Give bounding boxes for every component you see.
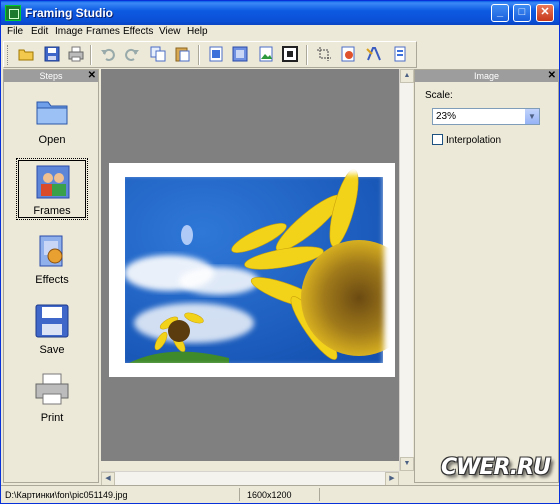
- image-icon[interactable]: [208, 46, 224, 62]
- scroll-down-icon[interactable]: ▼: [400, 457, 414, 471]
- menu-help[interactable]: Help: [187, 26, 208, 37]
- steps-panel-close-icon[interactable]: ✕: [88, 70, 96, 82]
- status-file-path: D:\Картинки\fon\pic051149.jpg: [5, 490, 128, 500]
- text-icon[interactable]: [366, 46, 382, 62]
- step-open[interactable]: Open: [16, 88, 88, 150]
- step-print[interactable]: Print: [16, 366, 88, 428]
- scroll-right-icon[interactable]: ▶: [385, 472, 399, 486]
- watermark-logo: CWER.RU: [441, 455, 559, 495]
- image-panel-title: Image: [473, 71, 499, 81]
- image-panel-header: Image ✕: [415, 70, 558, 82]
- menu-frames[interactable]: Frames: [86, 26, 120, 37]
- properties-icon[interactable]: [392, 46, 408, 62]
- menu-image[interactable]: Image: [55, 26, 83, 37]
- step-effects-label: Effects: [35, 274, 69, 286]
- image-canvas[interactable]: [98, 69, 417, 461]
- title-bar[interactable]: Framing Studio _ □ ✕: [1, 1, 559, 25]
- paste-icon[interactable]: [174, 46, 190, 62]
- steps-panel-title: Steps: [39, 71, 63, 81]
- framed-photo[interactable]: [98, 152, 417, 388]
- image-panel: Image ✕ Scale: 23% ▼ Interpolation: [414, 69, 559, 483]
- menu-view[interactable]: View: [159, 26, 181, 37]
- scroll-left-icon[interactable]: ◀: [101, 472, 115, 486]
- step-save-label: Save: [39, 344, 65, 356]
- menu-file[interactable]: File: [7, 26, 23, 37]
- close-button[interactable]: ✕: [536, 4, 554, 22]
- window-title: Framing Studio: [25, 6, 113, 20]
- toolbar-separator: [306, 45, 308, 65]
- steps-panel-header: Steps ✕: [4, 70, 98, 82]
- border-icon[interactable]: [282, 46, 298, 62]
- scale-label: Scale:: [425, 90, 453, 101]
- menu-bar: File Edit Image Frames Effects View Help: [1, 25, 559, 40]
- save-icon[interactable]: [44, 46, 60, 62]
- status-separator: [239, 488, 240, 501]
- undo-icon[interactable]: [100, 46, 116, 62]
- printer-icon: [35, 373, 69, 405]
- effects-icon[interactable]: [340, 46, 356, 62]
- menu-effects[interactable]: Effects: [123, 26, 153, 37]
- redo-icon[interactable]: [124, 46, 140, 62]
- sunflower-photo: [98, 152, 417, 388]
- print-icon[interactable]: [68, 46, 84, 62]
- copy-icon[interactable]: [150, 46, 166, 62]
- step-save[interactable]: Save: [16, 298, 88, 360]
- crop-icon[interactable]: [316, 46, 332, 62]
- main-window: Framing Studio _ □ ✕ File Edit Image Fra…: [0, 0, 560, 504]
- folder-icon: [36, 101, 68, 125]
- status-separator: [319, 488, 320, 501]
- toolbar-grip[interactable]: [7, 45, 10, 65]
- step-effects[interactable]: Effects: [16, 228, 88, 290]
- vertical-scrollbar[interactable]: ▲ ▼: [399, 69, 414, 471]
- step-open-label: Open: [38, 134, 66, 146]
- scale-dropdown[interactable]: 23% ▼: [432, 108, 540, 125]
- menu-edit[interactable]: Edit: [31, 26, 48, 37]
- toolbar-separator: [198, 45, 200, 65]
- interpolation-checkbox[interactable]: [432, 134, 443, 145]
- frames-icon: [36, 165, 70, 199]
- open-folder-icon[interactable]: [18, 46, 34, 62]
- maximize-button[interactable]: □: [513, 4, 531, 22]
- app-icon: [5, 5, 21, 21]
- step-print-label: Print: [40, 412, 64, 424]
- step-frames[interactable]: Frames: [16, 158, 88, 220]
- frame-icon[interactable]: [232, 46, 248, 62]
- scale-value: 23%: [436, 111, 457, 122]
- interpolation-option[interactable]: Interpolation: [432, 134, 501, 146]
- status-dimensions: 1600x1200: [247, 490, 292, 500]
- toolbar-separator: [90, 45, 92, 65]
- minimize-button[interactable]: _: [491, 4, 509, 22]
- floppy-disk-icon: [35, 304, 69, 338]
- watermark-text: CWER.RU: [441, 455, 551, 480]
- interpolation-label: Interpolation: [446, 135, 502, 146]
- image-panel-close-icon[interactable]: ✕: [548, 70, 556, 82]
- toolbar: [3, 41, 417, 68]
- scroll-up-icon[interactable]: ▲: [400, 69, 414, 83]
- step-frames-label: Frames: [33, 205, 71, 217]
- steps-panel: Steps ✕ Open Frames Effects Save Print: [3, 69, 99, 483]
- picture-icon[interactable]: [258, 46, 274, 62]
- chevron-down-icon[interactable]: ▼: [524, 109, 539, 124]
- effects-icon: [39, 235, 63, 267]
- horizontal-scrollbar[interactable]: ◀ ▶: [101, 471, 399, 486]
